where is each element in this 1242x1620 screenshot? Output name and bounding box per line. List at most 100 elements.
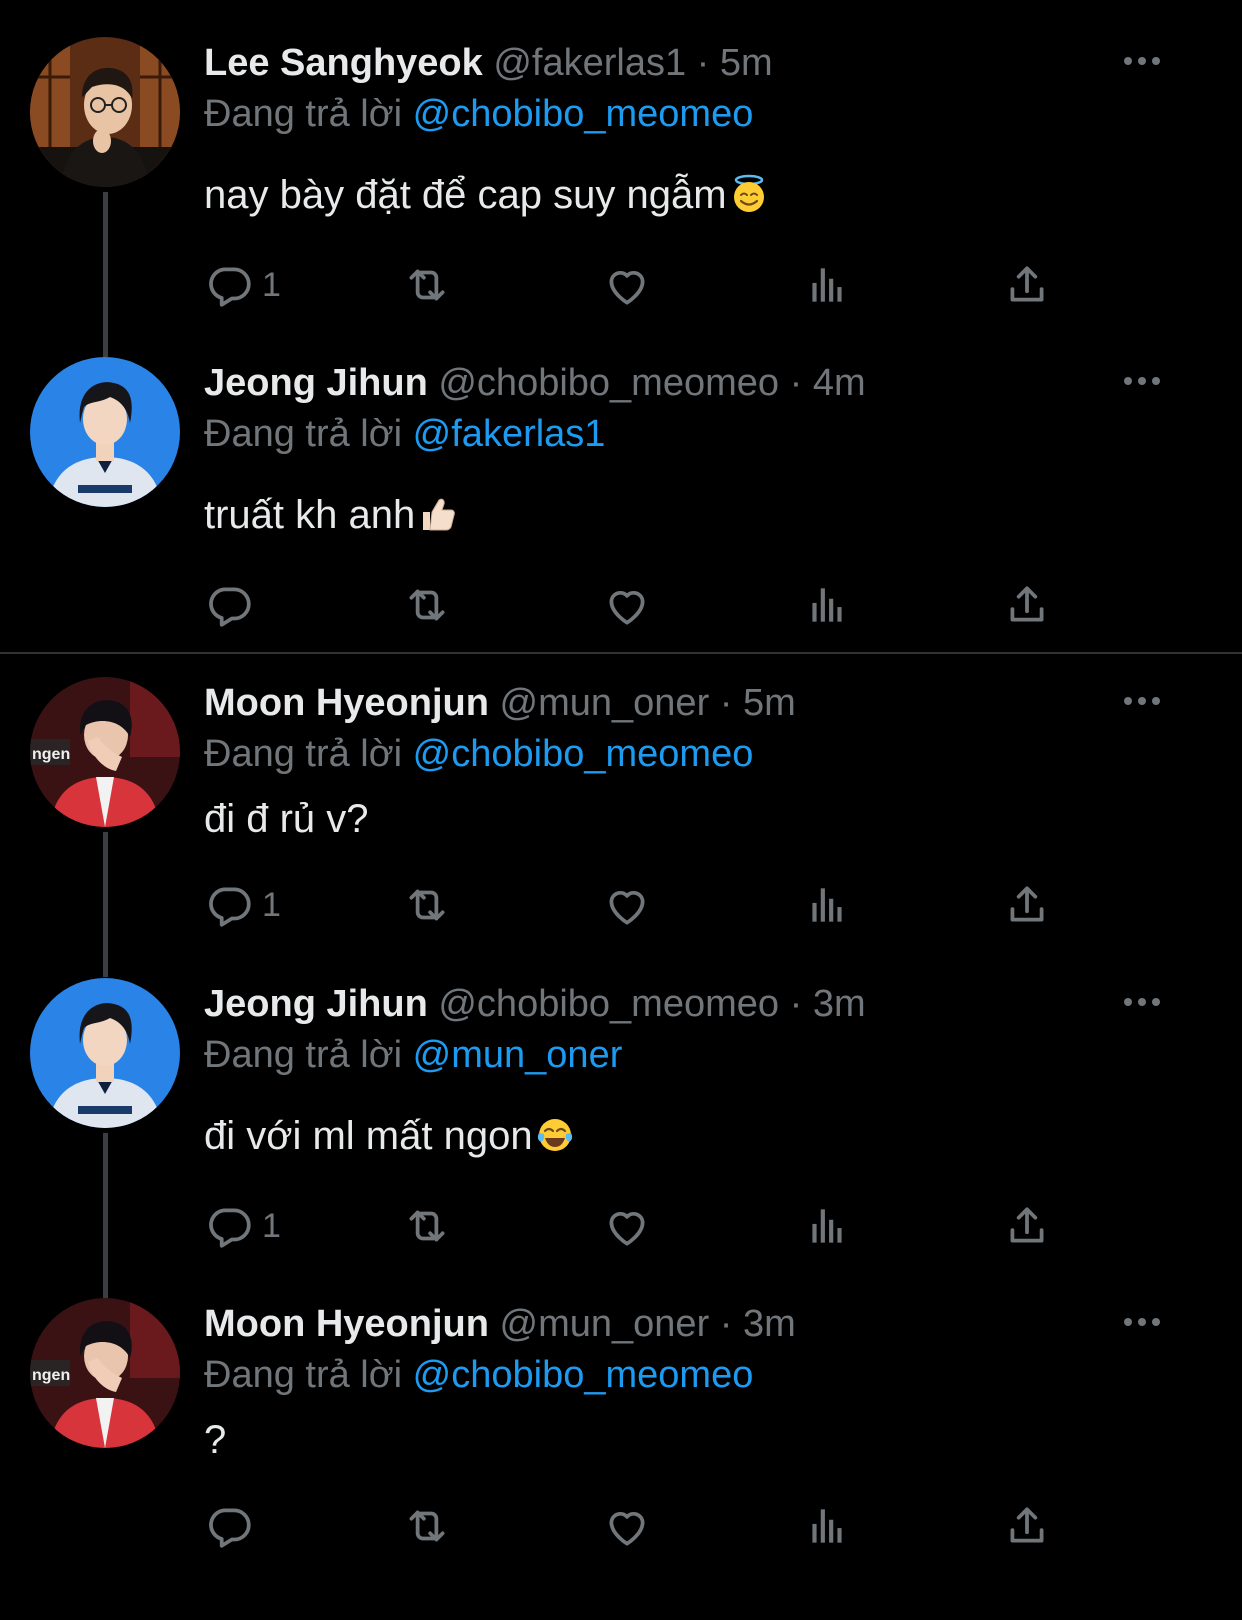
timestamp[interactable]: 4m	[813, 362, 866, 404]
separator: ·	[719, 682, 733, 724]
tweet-actions	[0, 577, 1242, 633]
reply-prefix: Đang trả lời	[204, 733, 403, 775]
more-options-icon[interactable]	[1120, 693, 1164, 709]
replying-to: Đang trả lời @chobibo_meomeo	[204, 91, 753, 137]
reply-count: 1	[262, 1207, 281, 1245]
reply-button[interactable]: 1	[204, 877, 281, 933]
thumbs-up-emoji-icon	[417, 494, 457, 534]
reply-button[interactable]	[204, 1498, 262, 1554]
reply-button[interactable]: 1	[204, 1198, 281, 1254]
handle[interactable]: @mun_oner	[500, 1303, 710, 1345]
tweet-text-content: đi đ rủ v?	[204, 797, 369, 841]
like-button[interactable]	[602, 877, 652, 933]
like-button[interactable]	[602, 1498, 652, 1554]
display-name[interactable]: Jeong Jihun	[204, 362, 428, 404]
views-button[interactable]	[802, 1498, 852, 1554]
tweet[interactable]: Jeong Jihun @chobibo_meomeo · 4m Đang tr…	[0, 357, 1242, 647]
like-icon	[602, 880, 652, 930]
avatar[interactable]	[30, 978, 180, 1128]
replying-to: Đang trả lời @mun_oner	[204, 1032, 622, 1078]
separator: ·	[789, 983, 803, 1025]
retweet-button[interactable]	[402, 577, 452, 633]
share-button[interactable]	[1002, 877, 1052, 933]
tweet-text-content: truất kh anh	[204, 493, 416, 537]
reply-prefix: Đang trả lời	[204, 1034, 403, 1076]
timestamp[interactable]: 5m	[720, 42, 773, 84]
retweet-button[interactable]	[402, 877, 452, 933]
share-button[interactable]	[1002, 1198, 1052, 1254]
reply-prefix: Đang trả lời	[204, 93, 403, 135]
retweet-button[interactable]	[402, 257, 452, 313]
share-icon	[1002, 1201, 1052, 1251]
tweet-text: truất kh anh	[204, 491, 457, 539]
reply-icon	[204, 580, 254, 630]
share-button[interactable]	[1002, 1498, 1052, 1554]
like-button[interactable]	[602, 257, 652, 313]
timestamp[interactable]: 3m	[743, 1303, 796, 1345]
more-options-icon[interactable]	[1120, 994, 1164, 1010]
avatar[interactable]	[30, 677, 180, 827]
tweet-actions: 1	[0, 1198, 1242, 1254]
avatar[interactable]	[30, 1298, 180, 1448]
views-button[interactable]	[802, 877, 852, 933]
retweet-button[interactable]	[402, 1198, 452, 1254]
display-name[interactable]: Lee Sanghyeok	[204, 42, 483, 84]
views-button[interactable]	[802, 1198, 852, 1254]
like-icon	[602, 1501, 652, 1551]
tweet-text: ?	[204, 1416, 226, 1464]
reply-button[interactable]: 1	[204, 257, 281, 313]
reply-button[interactable]	[204, 577, 262, 633]
handle[interactable]: @mun_oner	[500, 682, 710, 724]
more-options-icon[interactable]	[1120, 1314, 1164, 1330]
views-icon	[802, 580, 852, 630]
views-button[interactable]	[802, 577, 852, 633]
more-options-icon[interactable]	[1120, 53, 1164, 69]
reply-icon	[204, 880, 254, 930]
reply-icon	[204, 260, 254, 310]
avatar[interactable]	[30, 37, 180, 187]
mention-link[interactable]: @fakerlas1	[413, 413, 606, 455]
retweet-icon	[402, 580, 452, 630]
views-icon	[802, 260, 852, 310]
tweet-text-content: nay bày đặt để cap suy ngẫm	[204, 173, 727, 217]
tweet-text: đi với ml mất ngon	[204, 1112, 575, 1160]
thread-divider	[0, 652, 1242, 654]
separator: ·	[696, 42, 710, 84]
retweet-button[interactable]	[402, 1498, 452, 1554]
handle[interactable]: @chobibo_meomeo	[438, 983, 779, 1025]
like-button[interactable]	[602, 1198, 652, 1254]
reply-icon	[204, 1201, 254, 1251]
mention-link[interactable]: @chobibo_meomeo	[413, 1354, 754, 1396]
timestamp[interactable]: 3m	[813, 983, 866, 1025]
mention-link[interactable]: @chobibo_meomeo	[413, 93, 754, 135]
replying-to: Đang trả lời @fakerlas1	[204, 411, 605, 457]
handle[interactable]: @fakerlas1	[493, 42, 686, 84]
like-button[interactable]	[602, 577, 652, 633]
handle[interactable]: @chobibo_meomeo	[438, 362, 779, 404]
tweet[interactable]: Moon Hyeonjun @mun_oner · 5m Đang trả lờ…	[0, 677, 1242, 977]
tweet[interactable]: Jeong Jihun @chobibo_meomeo · 3m Đang tr…	[0, 978, 1242, 1298]
mention-link[interactable]: @mun_oner	[413, 1034, 623, 1076]
share-icon	[1002, 1501, 1052, 1551]
display-name[interactable]: Moon Hyeonjun	[204, 1303, 489, 1345]
share-button[interactable]	[1002, 577, 1052, 633]
timestamp[interactable]: 5m	[743, 682, 796, 724]
tweet-actions: 1	[0, 257, 1242, 313]
views-icon	[802, 1201, 852, 1251]
more-options-icon[interactable]	[1120, 373, 1164, 389]
avatar[interactable]	[30, 357, 180, 507]
share-button[interactable]	[1002, 257, 1052, 313]
tweet[interactable]: Lee Sanghyeok @fakerlas1 · 5m Đang trả l…	[0, 37, 1242, 357]
tweet-text-content: đi với ml mất ngon	[204, 1114, 533, 1158]
retweet-icon	[402, 1201, 452, 1251]
display-name[interactable]: Moon Hyeonjun	[204, 682, 489, 724]
views-button[interactable]	[802, 257, 852, 313]
display-name[interactable]: Jeong Jihun	[204, 983, 428, 1025]
replying-to: Đang trả lời @chobibo_meomeo	[204, 1352, 753, 1398]
reply-count: 1	[262, 266, 281, 304]
tweet[interactable]: Moon Hyeonjun @mun_oner · 3m Đang trả lờ…	[0, 1298, 1242, 1608]
face-with-tears-of-joy-emoji-icon	[535, 1115, 575, 1155]
mention-link[interactable]: @chobibo_meomeo	[413, 733, 754, 775]
views-icon	[802, 1501, 852, 1551]
tweet-text-content: ?	[204, 1418, 227, 1462]
